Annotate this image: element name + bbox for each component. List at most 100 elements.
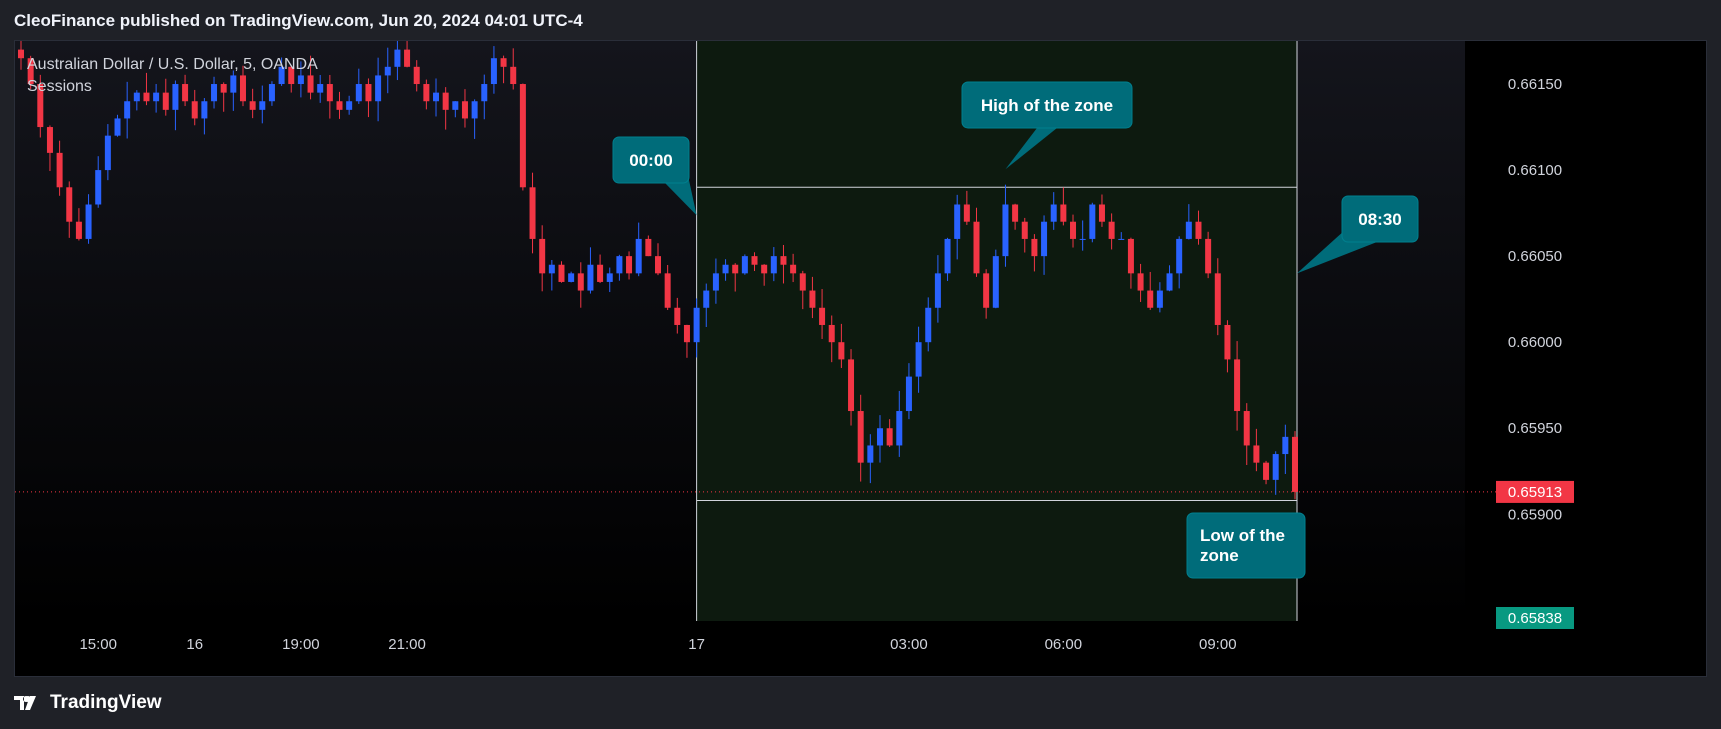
symbol-label: Australian Dollar / U.S. Dollar, 5, OAND… (27, 56, 318, 73)
candle-body (1041, 221, 1048, 257)
x-axis-tick-label: 19:00 (282, 636, 320, 653)
x-axis-tick-label: 21:00 (388, 636, 426, 653)
candle-body (404, 49, 411, 67)
candle-body (326, 84, 333, 102)
candle-body (886, 428, 893, 446)
tradingview-logo-icon (14, 696, 36, 710)
x-axis-tick-label: 17 (688, 636, 705, 653)
candle-body (973, 221, 980, 274)
candle-body (365, 84, 372, 102)
candlestick-chart[interactable]: 0.66150 0.66100 0.66050 0.66000 0.65950 0.659… (15, 41, 1706, 676)
high-callout-label: High of the zone (981, 96, 1113, 115)
candle-body (1234, 359, 1241, 412)
y-axis-tick-label: 0.66100 (1508, 162, 1562, 179)
candle-body (433, 92, 440, 102)
candle-body (104, 135, 111, 171)
candle-body (1127, 238, 1134, 274)
current-price-badge-label: 0.65913 (1508, 484, 1562, 501)
candle-body (18, 49, 24, 59)
candle-body (201, 101, 208, 119)
candle-body (490, 58, 497, 85)
candle-body (1050, 204, 1057, 222)
indicator-label: Sessions (27, 78, 92, 95)
candle-body (1108, 221, 1115, 239)
candle-body (587, 264, 594, 291)
candle-body (712, 273, 719, 291)
candle-body (1166, 273, 1173, 291)
candle-body (413, 66, 420, 85)
candle-body (925, 307, 932, 343)
x-axis-tick-label: 16 (186, 636, 203, 653)
candle-body (616, 256, 623, 274)
candle-body (896, 411, 903, 446)
candle-body (1070, 221, 1077, 239)
candle-body (1253, 445, 1260, 463)
candle-body (471, 101, 478, 119)
candle-body (635, 238, 642, 274)
candle-body (645, 238, 652, 257)
candle-body (124, 101, 131, 119)
y-axis-tick-label: 0.66050 (1508, 248, 1562, 265)
candle-body (674, 307, 681, 325)
x-axis-tick-label: 09:00 (1199, 636, 1237, 653)
candle-body (519, 84, 526, 188)
candle-body (983, 273, 990, 308)
candle-body (558, 264, 565, 282)
candle-body (606, 273, 613, 282)
candle-body (500, 58, 507, 67)
candle-body (954, 204, 961, 239)
candle-body (664, 273, 671, 308)
candle-body (597, 264, 604, 282)
candle-body (1021, 221, 1028, 239)
candle-body (1060, 204, 1067, 222)
candle-body (732, 264, 739, 274)
y-axis-tick-label: 0.66150 (1508, 76, 1562, 93)
candle-body (751, 256, 758, 265)
candle-body (905, 376, 912, 412)
candle-body (770, 256, 777, 274)
candle-body (944, 238, 951, 274)
candle-body (1176, 238, 1183, 274)
candle-body (1098, 204, 1105, 222)
chart-legend: Australian Dollar / U.S. Dollar, 5, OAND… (27, 54, 318, 98)
y-axis-tick-label: 0.66000 (1508, 334, 1562, 351)
candle-body (1205, 238, 1212, 274)
candle-body (481, 84, 488, 102)
candle-body (867, 445, 874, 463)
candle-body (741, 256, 748, 274)
candle-body (423, 84, 430, 102)
low-callout-label: Low of the (1200, 526, 1285, 545)
candle-body (1292, 436, 1298, 492)
candle-body (548, 264, 555, 274)
tradingview-logo[interactable]: TradingView (14, 690, 162, 716)
candle-body (336, 101, 343, 110)
candle-body (992, 256, 999, 308)
candle-body (761, 264, 768, 274)
candle-body (1185, 221, 1192, 239)
candle-body (1137, 273, 1144, 291)
candle-body (577, 273, 584, 291)
candle-body (838, 342, 845, 360)
start-callout-label: 00:00 (629, 151, 672, 170)
candle-body (1272, 454, 1279, 480)
candle-body (1195, 221, 1202, 239)
candle-body (355, 84, 362, 102)
candle-body (1031, 238, 1038, 257)
candle-body (1214, 273, 1221, 325)
candle-body (66, 187, 73, 222)
y-axis-tick-label: 0.65900 (1508, 506, 1562, 523)
chart-area[interactable]: 0.66150 0.66100 0.66050 0.66000 0.65950 0.659… (14, 40, 1707, 677)
candle-body (510, 66, 517, 85)
candle-body (75, 221, 82, 239)
candle-body (317, 84, 324, 93)
candle-body (375, 75, 382, 102)
candle-body (95, 170, 102, 205)
candle-body (1079, 238, 1086, 240)
candle-body (1118, 238, 1125, 240)
x-axis-tick-label: 03:00 (890, 636, 928, 653)
candle-body (703, 290, 710, 308)
candle-body (683, 324, 690, 343)
candle-body (848, 359, 855, 412)
end-callout-label: 08:30 (1358, 210, 1401, 229)
candle-body (828, 324, 835, 343)
